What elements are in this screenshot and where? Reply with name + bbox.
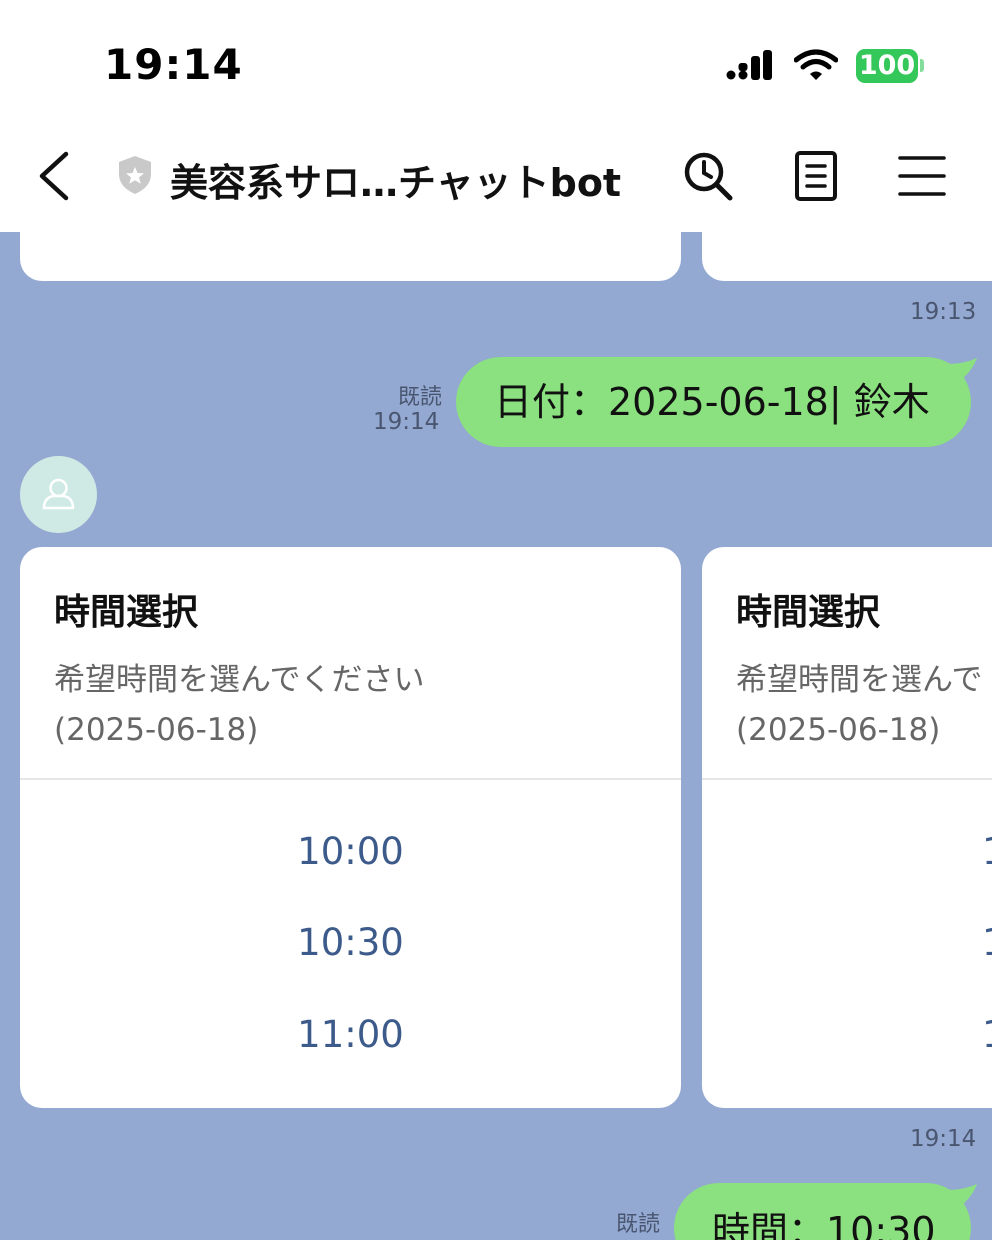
card-divider (20, 778, 681, 780)
bot-avatar[interactable] (20, 456, 97, 533)
card-title: 時間選択 (54, 592, 199, 633)
search-icon[interactable] (680, 148, 736, 204)
time-option-button[interactable]: 1 (982, 1013, 992, 1056)
time-option-button[interactable]: 10:30 (20, 921, 681, 964)
card-description-line: 希望時間を選んでください (54, 662, 425, 698)
read-receipt: 既読 (615, 1212, 660, 1237)
previous-card (20, 232, 681, 281)
card-date: (2025-06-18) (736, 712, 941, 748)
time-option-button[interactable]: 11:00 (20, 1013, 681, 1056)
card-title: 時間選択 (736, 592, 881, 633)
card-description: 希望時間を選んで (2025-06-18) (736, 655, 982, 755)
time-select-card: 時間選択 希望時間を選んでください (2025-06-18) 10:00 10:… (20, 547, 681, 1108)
read-receipt: 既読 (397, 385, 442, 410)
time-option-button[interactable]: 1 (982, 921, 992, 964)
message-time: 19:13 (910, 299, 977, 325)
battery-tip (920, 59, 924, 72)
cellular-signal-icon (726, 50, 772, 80)
time-option-button[interactable]: 10:00 (20, 830, 681, 873)
time-option-button[interactable]: 1 (982, 830, 992, 873)
card-description: 希望時間を選んでください (2025-06-18) (54, 655, 424, 755)
status-bar: 19:14 100 (0, 0, 992, 120)
battery-indicator: 100 (856, 49, 918, 83)
time-select-card-partial: 時間選択 希望時間を選んで (2025-06-18) 1 1 1 (702, 547, 992, 1108)
card-divider (702, 778, 992, 780)
status-time: 19:14 (104, 40, 243, 89)
back-button[interactable] (30, 146, 80, 206)
message-time: 19:14 (910, 1126, 977, 1152)
user-icon (42, 478, 75, 510)
menu-icon[interactable] (894, 148, 950, 204)
previous-card-partial (702, 232, 992, 281)
chat-header: 美容系サロ…チャットbot (0, 120, 992, 232)
chat-title[interactable]: 美容系サロ…チャットbot (170, 152, 621, 207)
sent-message-bubble[interactable]: 時間：10:30 (674, 1183, 971, 1240)
card-date: (2025-06-18) (54, 712, 259, 748)
chat-area[interactable]: 19:13 既読 19:14 日付：2025-06-18| 鈴木 時間選択 希望… (0, 232, 992, 1240)
notes-icon[interactable] (788, 148, 844, 204)
card-description-line: 希望時間を選んで (736, 662, 983, 698)
sent-message-bubble[interactable]: 日付：2025-06-18| 鈴木 (456, 357, 971, 447)
verified-shield-icon (119, 156, 151, 194)
message-time: 19:14 (373, 409, 440, 435)
wifi-icon (794, 49, 838, 80)
